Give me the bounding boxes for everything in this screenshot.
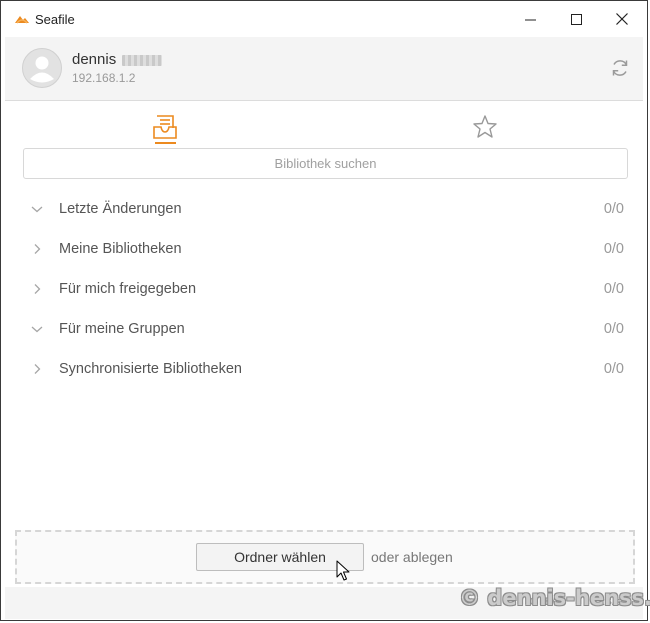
libraries-inbox-icon[interactable] (151, 112, 179, 144)
close-icon (616, 13, 628, 25)
account-name: dennis (72, 51, 117, 68)
title-bar: Seafile (1, 1, 647, 37)
category-count: 0/0 (603, 201, 624, 217)
seafile-logo-icon (15, 16, 29, 24)
close-button[interactable] (599, 1, 645, 37)
category-label: Synchronisierte Bibliotheken (59, 361, 242, 377)
redacted-surname (122, 54, 163, 66)
category-count: 0/0 (603, 321, 624, 337)
library-search-input[interactable] (23, 148, 628, 179)
account-header[interactable]: dennis 192.168.1.2 (5, 37, 643, 101)
minimize-icon (524, 19, 536, 20)
maximize-icon (570, 13, 582, 25)
category-label: Letzte Änderungen (59, 201, 182, 217)
category-synced-libraries[interactable]: Synchronisierte Bibliotheken 0/0 (23, 352, 628, 386)
watermark: © dennis-henss.de (459, 586, 650, 610)
account-server: 192.168.1.2 (72, 71, 136, 85)
folder-drop-zone[interactable]: Ordner wählen oder ablegen (15, 530, 635, 584)
category-label: Für meine Gruppen (59, 321, 185, 337)
seafile-window: Seafile dennis 192.168.1.2 Bibliothek su… (0, 0, 650, 621)
category-recent-changes[interactable]: Letzte Änderungen 0/0 (23, 192, 628, 226)
minimize-button[interactable] (507, 1, 553, 37)
category-count: 0/0 (603, 361, 624, 377)
category-shared-with-me[interactable]: Für mich freigegeben 0/0 (23, 272, 628, 306)
category-count: 0/0 (603, 241, 624, 257)
chevron-right-icon (34, 244, 41, 254)
maximize-button[interactable] (553, 1, 599, 37)
active-tab-indicator (155, 142, 176, 144)
chevron-right-icon (34, 284, 41, 294)
chevron-down-icon (31, 326, 43, 333)
drop-hint: oder ablegen (371, 549, 453, 565)
chevron-right-icon (34, 364, 41, 374)
chevron-down-icon (31, 206, 43, 213)
category-label: Meine Bibliotheken (59, 241, 182, 257)
category-my-libraries[interactable]: Meine Bibliotheken 0/0 (23, 232, 628, 266)
account-name-row: dennis (72, 51, 163, 68)
star-icon[interactable] (471, 112, 499, 144)
category-label: Für mich freigegeben (59, 281, 197, 297)
category-my-groups[interactable]: Für meine Gruppen 0/0 (23, 312, 628, 346)
mouse-cursor-icon (336, 560, 350, 581)
window-title: Seafile (35, 12, 75, 27)
category-count: 0/0 (603, 281, 624, 297)
refresh-icon[interactable] (609, 57, 631, 79)
user-avatar-icon[interactable] (22, 48, 62, 88)
